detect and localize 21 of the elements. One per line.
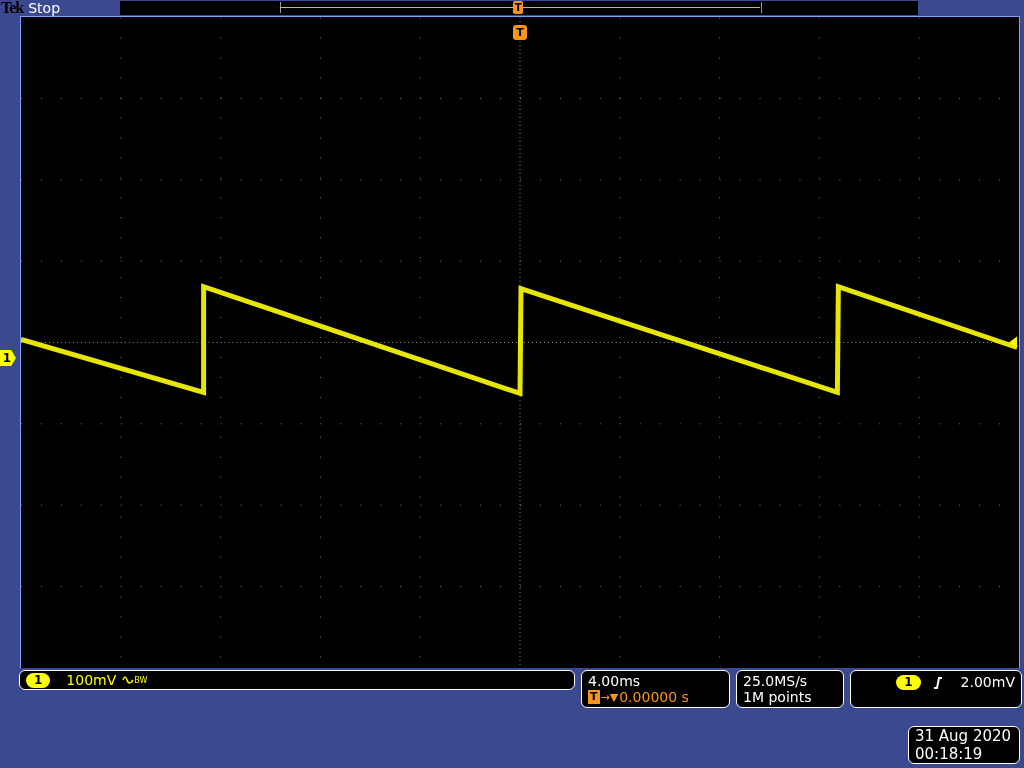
sample-rate: 25.0MS/s bbox=[743, 673, 809, 689]
sine-wave-icon bbox=[122, 675, 135, 685]
brand-logo: Tek bbox=[1, 0, 24, 17]
vertical-scale: 100mV bbox=[66, 671, 117, 689]
delay-arrow: →▼ bbox=[600, 689, 619, 706]
trigger-level: 2.00mV bbox=[960, 674, 1015, 691]
channel-marker: 1 bbox=[0, 350, 16, 366]
trigger-source: 1 bbox=[896, 675, 921, 690]
run-state: Stop bbox=[28, 0, 62, 16]
channel-number: 1 bbox=[26, 672, 51, 688]
trigger-badge: T bbox=[588, 690, 600, 704]
trigger-level-arrow-icon bbox=[1009, 336, 1017, 349]
trigger-marker: T bbox=[513, 25, 527, 40]
time: 00:18:19 bbox=[915, 745, 984, 763]
trigger-position: 0.00000 s bbox=[619, 688, 689, 706]
bandwidth-limit-mark: BW bbox=[134, 674, 148, 687]
rising-edge-icon bbox=[932, 676, 943, 689]
date: 31 Aug 2020 bbox=[915, 727, 1013, 745]
record-length: 1M points bbox=[743, 689, 813, 705]
trigger-position-marker: T bbox=[513, 1, 524, 14]
time-scale: 4.00ms bbox=[588, 672, 642, 689]
